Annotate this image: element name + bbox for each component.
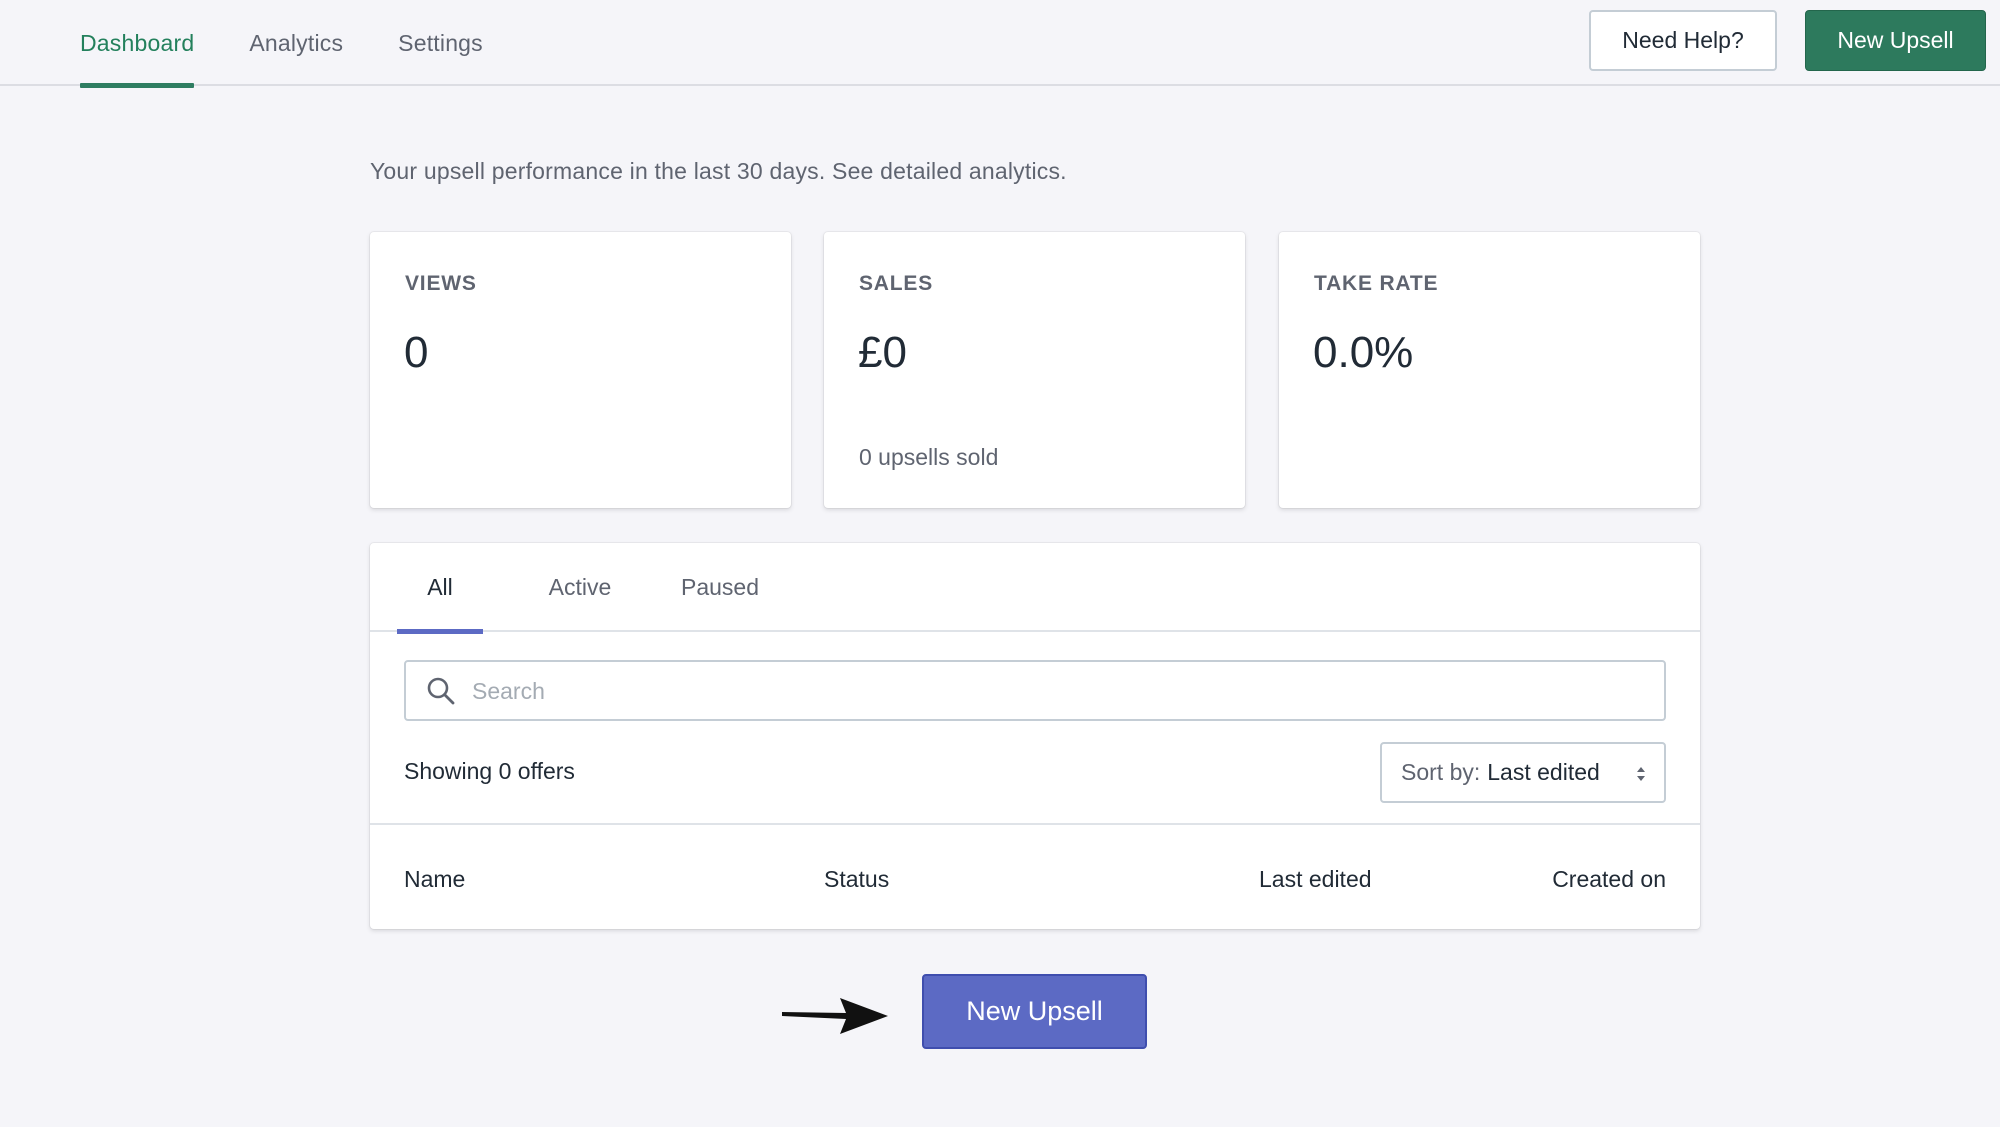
nav-tab-dashboard[interactable]: Dashboard: [80, 0, 195, 88]
offers-filter-tabs: All Active Paused: [370, 543, 1700, 634]
need-help-button[interactable]: Need Help?: [1589, 10, 1777, 71]
search-icon: [427, 677, 455, 705]
performance-intro-text: Your upsell performance in the last 30 d…: [370, 158, 1067, 184]
tab-active[interactable]: Active: [530, 543, 630, 632]
column-header-created-on[interactable]: Created on: [1552, 866, 1666, 893]
sort-label: Sort by:: [1401, 759, 1481, 785]
new-upsell-header-button[interactable]: New Upsell: [1805, 10, 1986, 71]
main-nav: Dashboard Analytics Settings: [80, 0, 483, 88]
column-header-status[interactable]: Status: [824, 866, 889, 893]
offers-panel: All Active Paused Showing 0 offers Sort …: [370, 543, 1700, 929]
views-label: VIEWS: [405, 272, 477, 295]
sort-select[interactable]: Sort by: Last edited: [1380, 742, 1666, 803]
take-rate-value: 0.0%: [1313, 328, 1414, 377]
tab-all[interactable]: All: [397, 543, 483, 634]
take-rate-label: TAKE RATE: [1314, 272, 1439, 295]
sales-label: SALES: [859, 272, 934, 295]
offers-table-header: Name Status Last edited Created on: [370, 825, 1700, 929]
views-card: VIEWS 0: [370, 232, 791, 508]
sort-value: Last edited: [1487, 759, 1600, 785]
upsells-sold-text: 0 upsells sold: [859, 444, 999, 470]
top-navigation-bar: Dashboard Analytics Settings Need Help? …: [0, 0, 2000, 88]
nav-tab-analytics[interactable]: Analytics: [249, 0, 343, 86]
new-upsell-button[interactable]: New Upsell: [922, 974, 1147, 1049]
column-header-name[interactable]: Name: [404, 866, 465, 893]
sales-card: SALES £0 0 upsells sold: [824, 232, 1245, 508]
tab-paused[interactable]: Paused: [670, 543, 770, 632]
arrow-pointer-icon: [782, 998, 888, 1034]
take-rate-card: TAKE RATE 0.0%: [1279, 232, 1700, 508]
nav-tab-settings[interactable]: Settings: [398, 0, 483, 86]
offers-count-text: Showing 0 offers: [404, 758, 575, 784]
sales-value: £0: [858, 328, 907, 377]
search-input[interactable]: [472, 670, 1622, 712]
search-field[interactable]: [404, 660, 1666, 721]
sort-arrows-icon: [1637, 767, 1645, 781]
column-header-last-edited[interactable]: Last edited: [1259, 866, 1372, 893]
views-value: 0: [404, 328, 429, 377]
